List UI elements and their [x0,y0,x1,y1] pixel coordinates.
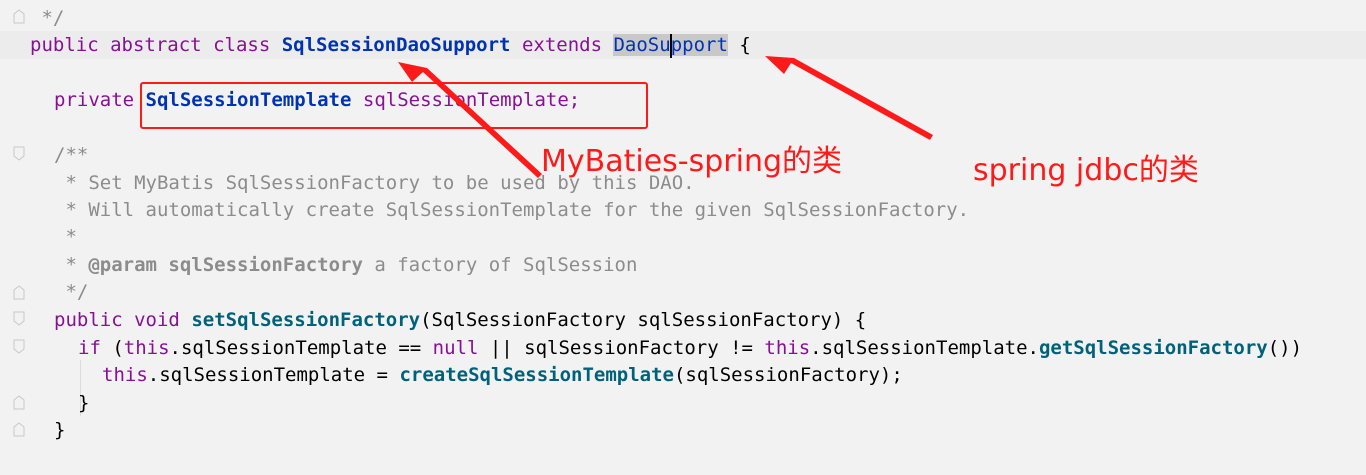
arrow-spring [765,56,933,140]
spring-jdbc-label: spring jdbc的类 [973,153,1199,188]
mybatis-spring-label: MyBaties-spring的类 [541,144,843,179]
arrow-mybatis [398,62,542,178]
annotation-arrows [398,56,933,178]
